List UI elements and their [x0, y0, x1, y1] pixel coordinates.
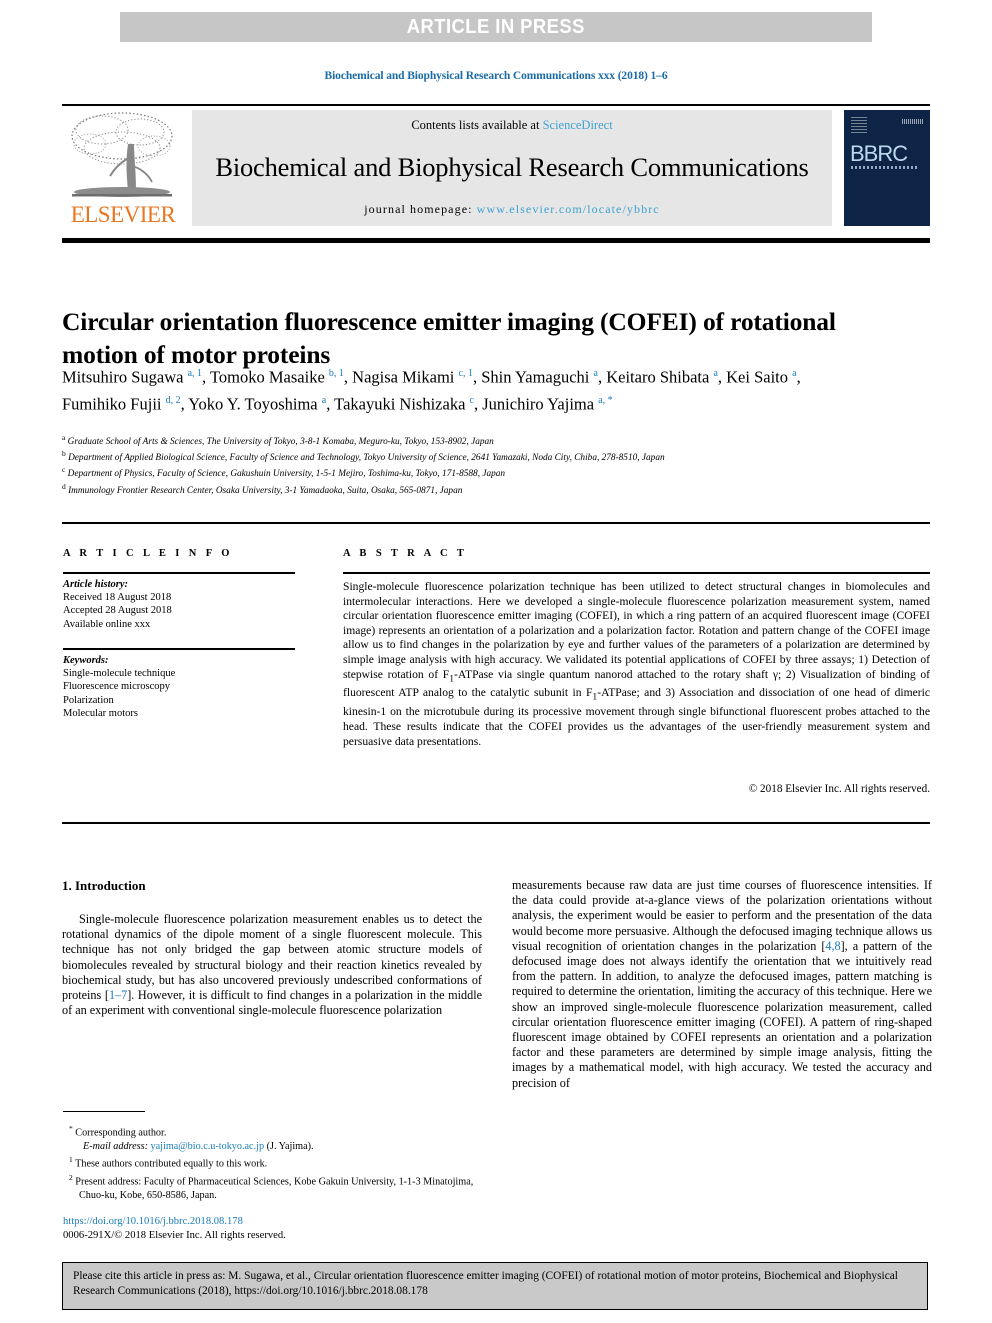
bbrc-cover-title: BBRC: [850, 141, 908, 166]
footnote-email: E-mail address: yajima@bio.c.u-tokyo.ac.…: [63, 1140, 483, 1154]
body-column-left: 1. Introduction Single-molecule fluoresc…: [62, 878, 482, 1018]
history-item: Available online xxx: [63, 618, 151, 630]
affiliation-item: c Department of Physics, Faculty of Scie…: [62, 465, 506, 480]
footnote-2-text: Present address: Faculty of Pharmaceutic…: [75, 1176, 474, 1202]
sciencedirect-link[interactable]: ScienceDirect: [543, 118, 613, 132]
contents-prefix: Contents lists available at: [411, 118, 543, 132]
keywords-rule: [63, 648, 295, 650]
affiliation-marker: c: [62, 465, 66, 475]
running-head: Biochemical and Biophysical Research Com…: [324, 70, 668, 82]
journal-crest-icon: [851, 117, 867, 133]
footnote-separator-rule: [63, 1111, 145, 1112]
keyword-item: Molecular motors: [63, 707, 138, 719]
issn-copyright-line: 0006-291X/© 2018 Elsevier Inc. All right…: [63, 1230, 286, 1241]
barcode-icon: [902, 119, 924, 124]
email-owner: (J. Yajima).: [266, 1140, 314, 1152]
section-heading-introduction: 1. Introduction: [62, 878, 146, 893]
bbrc-journal-cover: BBRC: [844, 110, 930, 226]
affiliation-list: a Graduate School of Arts & Sciences, Th…: [62, 432, 862, 497]
corresponding-author-label: Corresponding author.: [75, 1127, 167, 1139]
article-history-label: Article history:: [63, 579, 129, 590]
intro-paragraph-left: Single-molecule fluorescence polarizatio…: [62, 912, 483, 1018]
keywords-label: Keywords:: [63, 655, 109, 666]
masthead-center-panel: Contents lists available at ScienceDirec…: [192, 110, 832, 226]
footnote-marker-1: 1: [69, 1155, 73, 1165]
elsevier-wordmark: ELSEVIER: [70, 202, 176, 227]
affiliation-item: b Department of Applied Biological Scien…: [62, 449, 665, 464]
article-in-press-banner: ARTICLE IN PRESS: [120, 12, 872, 42]
abstract-heading: A B S T R A C T: [343, 548, 468, 559]
keyword-item: Single-molecule technique: [63, 668, 176, 680]
masthead-bottom-rule: [62, 238, 930, 243]
body-column-right: measurements because raw data are just t…: [512, 878, 932, 1091]
history-item: Received 18 August 2018: [63, 592, 172, 604]
article-info-rule: [63, 572, 295, 574]
article-history-block: Article history: Received 18 August 2018…: [63, 578, 303, 631]
email-address-label: E-mail address:: [83, 1140, 148, 1152]
abstract-text: Single-molecule fluorescence polarizatio…: [343, 580, 930, 748]
elsevier-tree-icon: [71, 112, 173, 197]
elsevier-logo: ELSEVIER: [62, 110, 184, 228]
asterisk-icon: *: [69, 1124, 73, 1133]
journal-homepage-line: journal homepage: www.elsevier.com/locat…: [364, 202, 660, 217]
cite-this-article-text: Please cite this article in press as: M.…: [73, 1270, 898, 1297]
email-link[interactable]: yajima@bio.c.u-tokyo.ac.jp: [151, 1141, 265, 1152]
affiliation-marker: a: [62, 433, 66, 442]
footnote-block: * Corresponding author. E-mail address: …: [63, 1122, 483, 1203]
journal-masthead: ELSEVIER Contents lists available at Sci…: [62, 106, 930, 228]
intro-paragraph-right: measurements because raw data are just t…: [512, 878, 932, 1090]
footnote-1-text: These authors contributed equally to thi…: [75, 1158, 268, 1170]
history-item: Accepted 28 August 2018: [63, 605, 172, 617]
journal-homepage-link[interactable]: www.elsevier.com/locate/ybbrc: [477, 202, 660, 216]
author-list: Mitsuhiro Sugawa a, 1, Tomoko Masaike b,…: [62, 367, 801, 414]
doi-block: https://doi.org/10.1016/j.bbrc.2018.08.1…: [63, 1215, 483, 1243]
journal-title: Biochemical and Biophysical Research Com…: [215, 152, 809, 182]
abstract-rule: [343, 572, 930, 574]
affiliation-item: a Graduate School of Arts & Sciences, Th…: [62, 433, 494, 448]
footnote-marker-2: 2: [69, 1173, 73, 1183]
article-in-press-label: ARTICLE IN PRESS: [406, 15, 586, 38]
article-info-heading: A R T I C L E I N F O: [63, 548, 233, 559]
footnote-present-address: 2 Present address: Faculty of Pharmaceut…: [63, 1171, 483, 1202]
abstract-band-top-rule: [62, 522, 930, 524]
affiliation-marker: b: [62, 449, 66, 459]
footnote-corresponding-author: * Corresponding author.: [63, 1122, 483, 1140]
keyword-item: Fluorescence microscopy: [63, 681, 171, 693]
keyword-item: Polarization: [63, 694, 114, 706]
doi-link[interactable]: https://doi.org/10.1016/j.bbrc.2018.08.1…: [63, 1215, 483, 1229]
affiliation-marker: d: [62, 481, 66, 491]
contents-list-line: Contents lists available at ScienceDirec…: [411, 118, 612, 133]
footnote-equal-contribution: 1 These authors contributed equally to t…: [63, 1153, 483, 1171]
homepage-prefix: journal homepage:: [364, 202, 477, 216]
bbrc-cover-subtitle-rule: [851, 166, 919, 169]
cite-this-article-box: Please cite this article in press as: M.…: [62, 1262, 928, 1310]
abstract-band-bottom-rule: [62, 822, 930, 824]
reference-link[interactable]: 4,8: [825, 939, 840, 953]
keywords-block: Keywords: Single-molecule technique Fluo…: [63, 654, 303, 720]
affiliation-item: d Immunology Frontier Research Center, O…: [62, 481, 463, 496]
reference-link[interactable]: 1–7: [109, 988, 127, 1002]
abstract-copyright: © 2018 Elsevier Inc. All rights reserved…: [748, 783, 930, 795]
